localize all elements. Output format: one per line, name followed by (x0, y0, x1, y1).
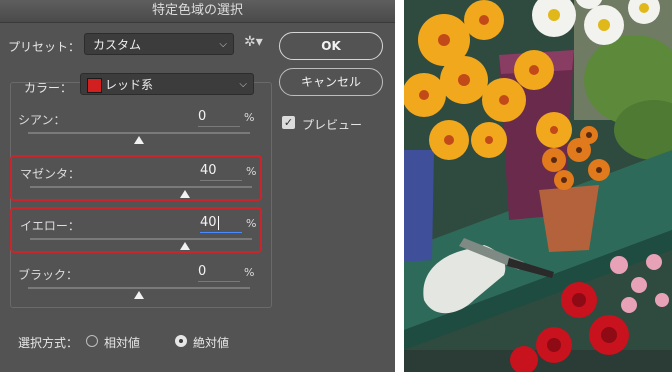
flower-photo (404, 0, 672, 372)
dialog-title: 特定色域の選択 (0, 0, 395, 23)
relative-radio[interactable] (86, 335, 98, 347)
ok-button[interactable]: OK (279, 32, 383, 60)
color-swatch (87, 78, 102, 93)
absolute-radio[interactable] (175, 335, 187, 347)
method-label: 選択方式： (18, 336, 79, 350)
magenta-slider-group: マゼンタ： 40 % (10, 155, 262, 201)
yellow-input-value: 40 (200, 215, 217, 230)
chevron-down-icon: ⌵ (219, 39, 227, 50)
magenta-input[interactable]: 40 (200, 162, 242, 181)
black-track[interactable] (28, 287, 250, 289)
preset-select[interactable]: カスタム ⌵ (84, 33, 234, 55)
gear-icon[interactable]: ✲▾ (244, 34, 263, 50)
preset-label: プリセット： (8, 40, 81, 54)
black-label: ブラック： (18, 268, 79, 282)
magenta-percent: % (246, 165, 257, 178)
yellow-slider-group: イエロー： 40 % (10, 207, 262, 253)
cyan-track[interactable] (28, 132, 250, 134)
preview-checkbox[interactable]: ✓ (282, 116, 295, 129)
black-thumb[interactable] (134, 291, 144, 299)
color-value: レッド系 (105, 78, 154, 92)
cyan-slider-group: シアン： 0 % (10, 103, 262, 147)
magenta-label: マゼンタ： (20, 167, 81, 181)
color-label: カラー： (24, 81, 73, 95)
cyan-thumb[interactable] (134, 136, 144, 144)
magenta-thumb[interactable] (180, 190, 191, 198)
yellow-thumb[interactable] (180, 242, 191, 250)
color-select[interactable]: レッド系 ⌵ (80, 73, 254, 95)
chevron-down-icon: ⌵ (239, 79, 247, 90)
relative-label: 相対値 (104, 336, 141, 350)
preset-value: カスタム (93, 38, 142, 52)
black-percent: % (244, 266, 255, 279)
yellow-input[interactable]: 40 (200, 214, 242, 233)
absolute-label: 絶対値 (193, 336, 230, 350)
text-caret (217, 215, 219, 230)
cyan-input[interactable]: 0 (198, 108, 240, 127)
selective-color-dialog: 特定色域の選択 プリセット： カスタム ⌵ ✲▾ カラー： レッド系 ⌵ シアン… (0, 0, 395, 372)
black-slider-group: ブラック： 0 % (10, 258, 262, 302)
yellow-label: イエロー： (20, 219, 80, 233)
flower-photo-art (404, 0, 672, 372)
preview-label: プレビュー (302, 118, 363, 132)
magenta-track[interactable] (30, 186, 252, 188)
yellow-track[interactable] (30, 238, 252, 240)
cyan-label: シアン： (18, 113, 66, 127)
black-input[interactable]: 0 (198, 263, 240, 282)
yellow-percent: % (246, 217, 257, 230)
cyan-percent: % (244, 111, 255, 124)
cancel-button[interactable]: キャンセル (279, 68, 383, 96)
